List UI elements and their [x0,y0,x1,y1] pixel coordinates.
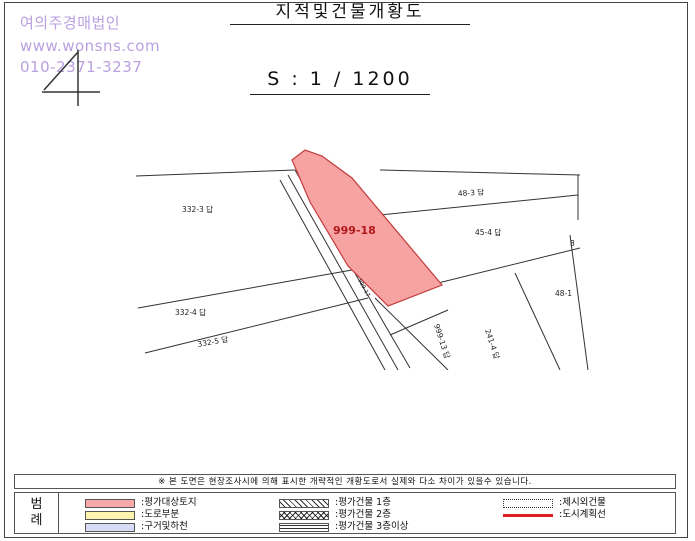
parcel-label-332-4: 332-4 답 [175,307,206,317]
legend-item-plan-line: : 도시계획선 [503,509,606,521]
boundary-line [379,169,581,176]
parcel-label-241-4: 241-4 답 [483,328,502,361]
legend-swatch [85,522,135,532]
boundary-line [379,194,579,216]
boundary-line [429,247,581,286]
parcel-label-48-1: 48-1 [555,289,572,298]
legend-swatch [279,510,329,520]
boundary-line [135,169,296,177]
boundary-line [514,272,561,370]
legend-item-bldg2: : 평가건물 2층 [279,509,391,521]
disclaimer-notice: ※ 본 도면은 현장조사시에 의해 표시한 개략적인 개황도로서 실제와 다소 … [14,474,676,489]
legend-swatch [279,522,329,532]
page-title: 지적및건물개황도 [230,2,470,25]
legend-swatch [85,498,135,508]
legend-item-bldg1: : 평가건물 1층 [279,497,391,509]
parcel-label-48-3: 48-3 답 [458,187,485,198]
boundary-line [144,297,369,354]
north-arrow-icon [42,50,100,106]
legend: 범 례 : 평가대상토지 : 도로부분 : 구거및하천 : 평가건물 1층 : … [14,492,676,534]
legend-item-road: : 도로부분 [85,509,179,521]
cadastral-map: 332-3 답 48-3 답 45-4 답 8 48-1 332-4 답 332… [135,149,589,370]
legend-title: 범 례 [15,493,59,533]
map-scale: S : 1 / 1200 [250,68,430,95]
subject-parcel-label: 999-18 [333,224,376,237]
legend-item-excluded-building: : 제시외건물 [503,497,606,509]
parcel-label-332-3: 332-3 답 [182,204,213,214]
legend-item-bldg3: : 평가건물 3층이상 [279,521,408,533]
watermark-company: 여의주경매법인 [20,14,121,32]
legend-swatch [279,498,329,508]
legend-item-subject-land: : 평가대상토지 [85,497,197,509]
legend-swatch [503,498,553,508]
boundary-line [569,234,589,370]
parcel-label-45-4: 45-4 답 [475,227,501,237]
legend-swatch [503,513,553,517]
parcel-label-999-13: 999-13 답 [432,323,453,360]
legend-item-river: : 구거및하천 [85,521,188,533]
legend-swatch [85,510,135,520]
parcel-label-8: 8 [570,239,575,248]
boundary-line [137,269,353,309]
